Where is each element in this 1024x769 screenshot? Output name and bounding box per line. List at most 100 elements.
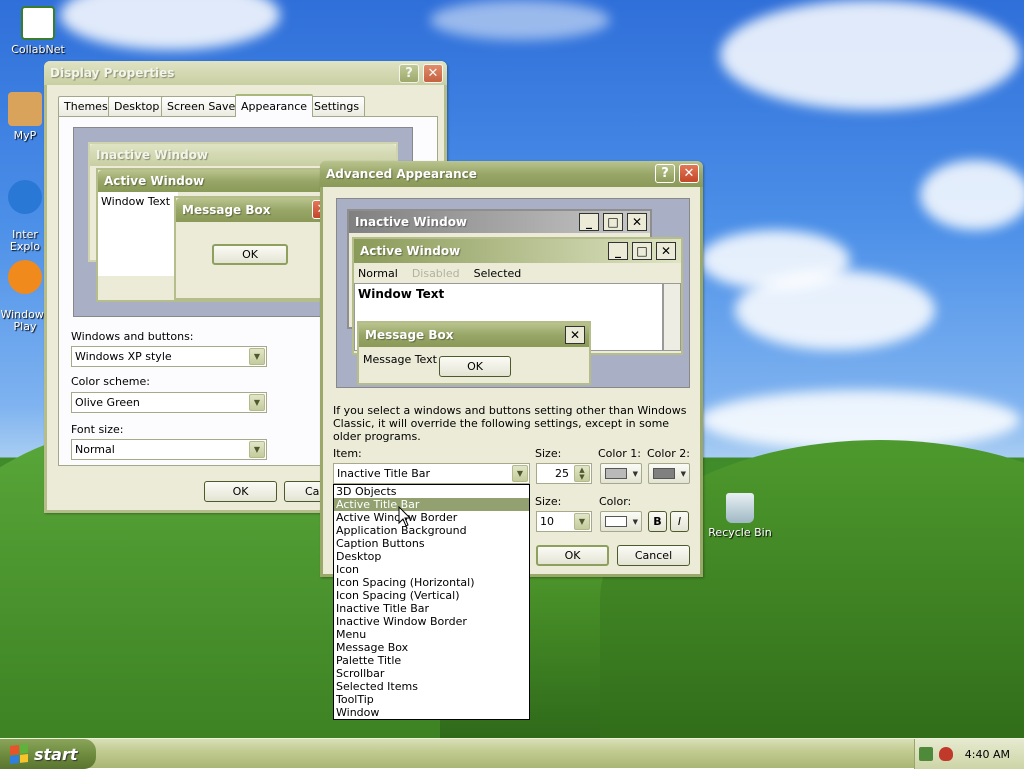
close-button[interactable]: ✕ bbox=[679, 164, 699, 183]
recycle-bin-icon bbox=[726, 493, 754, 523]
start-button[interactable]: start bbox=[0, 739, 96, 769]
adv-preview-window-text: Window Text bbox=[358, 287, 445, 301]
item-dropdown-list[interactable]: 3D Objects Active Title Bar Active Window … bbox=[333, 484, 530, 720]
font-size-select[interactable]: Normal ▼ bbox=[71, 439, 267, 460]
windows-buttons-value: Windows XP style bbox=[75, 350, 172, 363]
security-shield-icon[interactable] bbox=[938, 747, 953, 761]
item-option[interactable]: Icon Spacing (Horizontal) bbox=[334, 576, 529, 589]
menu-disabled: Disabled bbox=[411, 267, 460, 280]
item-option[interactable]: Desktop bbox=[334, 550, 529, 563]
color1-swatch bbox=[605, 468, 627, 479]
adv-preview-ok-button: OK bbox=[439, 356, 511, 377]
item-option[interactable]: Window bbox=[334, 706, 529, 719]
override-note: If you select a windows and buttons sett… bbox=[333, 404, 687, 443]
adv-preview-active-title: Active Window bbox=[360, 244, 461, 258]
desktop-icon-collabnet[interactable]: CollabNet bbox=[3, 6, 73, 56]
item-select[interactable]: Inactive Title Bar ▼ bbox=[333, 463, 530, 484]
clock[interactable]: 4:40 AM bbox=[965, 748, 1010, 761]
spinner-arrows-icon[interactable]: ▲ ▼ bbox=[574, 465, 590, 482]
start-label: start bbox=[34, 744, 78, 764]
tab-themes[interactable]: Themes bbox=[58, 96, 114, 116]
chevron-down-icon[interactable]: ▼ bbox=[574, 513, 590, 530]
item-option[interactable]: 3D Objects bbox=[334, 485, 529, 498]
chevron-down-icon[interactable]: ▼ bbox=[249, 348, 265, 365]
item-option[interactable]: ToolTip bbox=[334, 693, 529, 706]
taskbar: start 4:40 AM bbox=[0, 738, 1024, 769]
preview-active-title: Active Window bbox=[104, 174, 205, 188]
internet-explorer-icon bbox=[8, 180, 42, 214]
size-spinner[interactable]: 25 ▲ ▼ bbox=[536, 463, 592, 484]
maximize-icon: □ bbox=[632, 242, 652, 260]
chevron-down-icon: ▼ bbox=[632, 518, 638, 526]
color2-button[interactable]: ▼ bbox=[648, 463, 690, 484]
network-icon[interactable] bbox=[918, 747, 933, 761]
help-button[interactable]: ? bbox=[655, 164, 675, 183]
windows-buttons-label: Windows and buttons: bbox=[71, 330, 194, 343]
item-option[interactable]: Palette Title bbox=[334, 654, 529, 667]
minimize-icon: _ bbox=[579, 213, 599, 231]
font-color-button[interactable]: ▼ bbox=[600, 511, 642, 532]
bold-button[interactable]: B bbox=[648, 511, 667, 532]
item-option[interactable]: Inactive Window Border bbox=[334, 615, 529, 628]
item-option[interactable]: Message Box bbox=[334, 641, 529, 654]
menu-selected: Selected bbox=[473, 267, 522, 280]
cloud bbox=[720, 0, 1020, 110]
windows-buttons-select[interactable]: Windows XP style ▼ bbox=[71, 346, 267, 367]
desktop-icon-recycle-bin[interactable]: Recycle Bin bbox=[705, 493, 775, 539]
cloud bbox=[430, 0, 610, 40]
color-scheme-label: Color scheme: bbox=[71, 375, 150, 388]
preview-active-titlebar: Active Window bbox=[98, 170, 334, 192]
maximize-icon: □ bbox=[603, 213, 623, 231]
adv-preview-message-box-title: Message Box bbox=[365, 328, 454, 342]
tab-screen-saver[interactable]: Screen Saver bbox=[161, 96, 246, 116]
adv-preview-message-box: Message Box ✕ Message Text OK bbox=[357, 321, 591, 385]
color1-button[interactable]: ▼ bbox=[600, 463, 642, 484]
close-icon: ✕ bbox=[627, 213, 647, 231]
advanced-preview: Inactive Window _ □ ✕ Active Window _ □ … bbox=[336, 198, 690, 388]
font-color-swatch bbox=[605, 516, 627, 527]
item-option[interactable]: Caption Buttons bbox=[334, 537, 529, 550]
font-size-select[interactable]: 10 ▼ bbox=[536, 511, 592, 532]
display-properties-titlebar[interactable]: Display Properties bbox=[44, 61, 447, 85]
color-scheme-select[interactable]: Olive Green ▼ bbox=[71, 392, 267, 413]
menu-normal: Normal bbox=[358, 267, 398, 280]
windows-flag-icon bbox=[10, 744, 28, 764]
tab-appearance[interactable]: Appearance bbox=[235, 94, 314, 117]
preview-inactive-title: Inactive Window bbox=[96, 148, 209, 162]
close-icon: ✕ bbox=[565, 326, 585, 344]
help-button[interactable]: ? bbox=[399, 64, 419, 83]
adv-preview-menu-bar: Normal Disabled Selected bbox=[358, 267, 521, 280]
adv-preview-message-box-titlebar: Message Box bbox=[359, 323, 589, 347]
chevron-down-icon[interactable]: ▼ bbox=[512, 465, 528, 482]
item-option[interactable]: Menu bbox=[334, 628, 529, 641]
color-scheme-value: Olive Green bbox=[75, 396, 140, 409]
chevron-down-icon: ▼ bbox=[632, 470, 638, 478]
chevron-down-icon[interactable]: ▼ bbox=[249, 394, 265, 411]
item-option[interactable]: Application Background bbox=[334, 524, 529, 537]
display-ok-button[interactable]: OK bbox=[204, 481, 277, 502]
item-option[interactable]: Icon bbox=[334, 563, 529, 576]
tab-settings[interactable]: Settings bbox=[308, 96, 366, 116]
item-option[interactable]: Selected Items bbox=[334, 680, 529, 693]
advanced-appearance-titlebar[interactable]: Advanced Appearance bbox=[320, 161, 703, 187]
desktop-icon-media-player[interactable]: Windows Play bbox=[0, 248, 50, 345]
item-option[interactable]: Icon Spacing (Vertical) bbox=[334, 589, 529, 602]
advanced-ok-button[interactable]: OK bbox=[536, 545, 609, 566]
advanced-cancel-button[interactable]: Cancel bbox=[617, 545, 690, 566]
cloud bbox=[735, 270, 935, 350]
close-button[interactable]: ✕ bbox=[423, 64, 443, 83]
item-option[interactable]: Inactive Title Bar bbox=[334, 602, 529, 615]
desktop-icon-label: CollabNet bbox=[11, 43, 65, 56]
desktop-icon-my-documents[interactable]: MyP bbox=[0, 92, 50, 142]
chevron-down-icon: ▼ bbox=[680, 470, 686, 478]
tab-desktop[interactable]: Desktop bbox=[108, 96, 166, 116]
item-option[interactable]: Active Title Bar bbox=[334, 498, 529, 511]
adv-preview-inactive-title: Inactive Window bbox=[355, 215, 468, 229]
item-option[interactable]: Scrollbar bbox=[334, 667, 529, 680]
item-label: Item: bbox=[333, 447, 362, 460]
font-size-value: Normal bbox=[75, 443, 115, 456]
italic-button[interactable]: I bbox=[670, 511, 689, 532]
chevron-down-icon[interactable]: ▼ bbox=[249, 441, 265, 458]
item-option[interactable]: Active Window Border bbox=[334, 511, 529, 524]
color2-label: Color 2: bbox=[647, 447, 690, 460]
